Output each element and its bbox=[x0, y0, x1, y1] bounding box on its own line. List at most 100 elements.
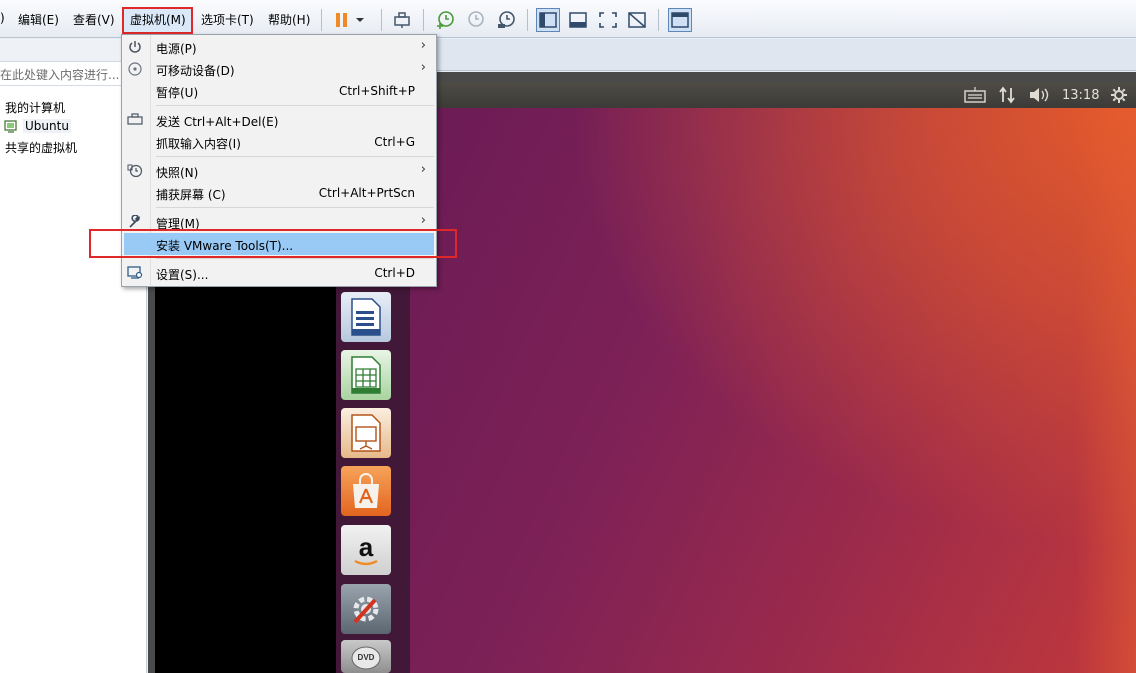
menu-vm[interactable]: 虚拟机(M) bbox=[130, 11, 186, 28]
menu-item-label: 发送 Ctrl+Alt+Del(E) bbox=[156, 115, 279, 129]
thumbnail-bar-icon bbox=[569, 12, 587, 28]
send-ctrl-alt-del-button[interactable] bbox=[390, 8, 414, 32]
power-icon bbox=[126, 39, 144, 55]
ubuntu-top-panel: 13:18 bbox=[336, 82, 1136, 108]
system-gear-icon[interactable] bbox=[1110, 86, 1128, 104]
submenu-arrow-icon: › bbox=[420, 162, 426, 177]
menu-item-shortcut: Ctrl+Shift+P bbox=[339, 84, 415, 98]
launcher-software-center[interactable] bbox=[341, 466, 391, 516]
tree-item-ubuntu-label: Ubuntu bbox=[23, 119, 71, 133]
launcher-impress[interactable] bbox=[341, 408, 391, 458]
svg-text:DVD: DVD bbox=[358, 653, 375, 662]
library-view-icon bbox=[539, 12, 557, 28]
pause-button[interactable] bbox=[330, 8, 354, 32]
menu-item-grab-input[interactable]: 抓取输入内容(I) Ctrl+G bbox=[122, 131, 436, 153]
wallpaper-glow bbox=[1076, 108, 1136, 673]
vm-dropdown-menu: 电源(P) › 可移动设备(D) › 暂停(U) Ctrl+Shift+P 发送… bbox=[121, 34, 437, 287]
take-snapshot-button[interactable] bbox=[433, 8, 457, 32]
send-keys-icon bbox=[394, 12, 410, 28]
snapshot-take-icon bbox=[437, 11, 454, 29]
menu-tabs[interactable]: 选项卡(T) bbox=[201, 11, 254, 28]
menu-item-label: 电源(P) bbox=[156, 42, 197, 56]
menu-item-label: 暂停(U) bbox=[156, 86, 199, 100]
disc-icon bbox=[126, 61, 144, 77]
menu-item-power[interactable]: 电源(P) › bbox=[122, 36, 436, 58]
libreoffice-writer-icon bbox=[351, 298, 381, 336]
menu-separator bbox=[156, 258, 434, 259]
revert-snapshot-button[interactable] bbox=[463, 8, 487, 32]
submenu-arrow-icon: › bbox=[420, 213, 426, 228]
unity-mode-button[interactable] bbox=[625, 8, 649, 32]
menu-item-label: 抓取输入内容(I) bbox=[156, 137, 241, 151]
pause-icon bbox=[336, 13, 347, 27]
show-thumbnail-bar-button[interactable] bbox=[566, 8, 590, 32]
menu-item-shortcut: Ctrl+D bbox=[374, 266, 415, 280]
svg-text:a: a bbox=[359, 532, 374, 562]
submenu-arrow-icon: › bbox=[420, 60, 426, 75]
snapshot-revert-icon bbox=[468, 11, 484, 27]
menu-item-send-ctrl-alt-del[interactable]: 发送 Ctrl+Alt+Del(E) bbox=[122, 109, 436, 131]
menu-item-label: 设置(S)... bbox=[156, 268, 209, 282]
fullscreen-icon bbox=[599, 12, 617, 28]
menu-separator bbox=[156, 207, 434, 208]
network-icon[interactable] bbox=[998, 86, 1016, 104]
toolbar-separator bbox=[423, 9, 424, 31]
volume-icon[interactable] bbox=[1028, 86, 1050, 104]
snapshot-icon bbox=[126, 163, 144, 179]
amazon-icon: a bbox=[354, 532, 378, 566]
tree-item-my-computer[interactable]: 我的计算机 bbox=[5, 99, 65, 116]
menu-item-install-vmware-tools[interactable]: 安装 VMware Tools(T)... bbox=[124, 233, 434, 255]
menu-separator bbox=[156, 105, 434, 106]
menu-separator bbox=[156, 156, 434, 157]
menu-item-label: 管理(M) bbox=[156, 217, 200, 231]
menu-item-capture-screen[interactable]: 捕获屏幕 (C) Ctrl+Alt+PrtScn bbox=[122, 182, 436, 204]
vm-icon bbox=[4, 120, 17, 133]
keyboard-icon[interactable] bbox=[964, 86, 986, 104]
toolbar-separator bbox=[321, 9, 322, 31]
submenu-arrow-icon: › bbox=[420, 38, 426, 53]
snapshot-manager-icon bbox=[498, 11, 515, 28]
menu-help[interactable]: 帮助(H) bbox=[268, 11, 310, 28]
menu-item-label: 安装 VMware Tools(T)... bbox=[156, 239, 294, 253]
menu-item-removable-devices[interactable]: 可移动设备(D) › bbox=[122, 58, 436, 80]
menu-item-settings[interactable]: 设置(S)... Ctrl+D bbox=[122, 262, 436, 284]
menu-item-snapshot[interactable]: 快照(N) › bbox=[122, 160, 436, 182]
chevron-down-icon bbox=[356, 18, 364, 22]
ubuntu-desktop[interactable] bbox=[410, 108, 1136, 673]
menubar: ) 编辑(E) 查看(V) 虚拟机(M) 选项卡(T) 帮助(H) bbox=[0, 0, 1136, 38]
menu-item-label: 可移动设备(D) bbox=[156, 64, 235, 78]
launcher-system-settings[interactable] bbox=[341, 584, 391, 634]
menu-item-label: 捕获屏幕 (C) bbox=[156, 188, 226, 202]
pause-dropdown-button[interactable] bbox=[352, 8, 368, 32]
console-view-button[interactable] bbox=[668, 8, 692, 32]
dvd-icon: DVD bbox=[351, 646, 381, 669]
no-scale-icon bbox=[628, 12, 646, 28]
menu-item-manage[interactable]: 管理(M) › bbox=[122, 211, 436, 233]
toolbar-separator bbox=[527, 9, 528, 31]
wrench-icon bbox=[126, 214, 144, 230]
toolbar-separator bbox=[381, 9, 382, 31]
library-search-placeholder: 在此处键入内容进行... bbox=[0, 68, 120, 82]
menu-edit[interactable]: 编辑(E) bbox=[18, 11, 59, 28]
libreoffice-impress-icon bbox=[351, 414, 381, 452]
menu-item-shortcut: Ctrl+Alt+PrtScn bbox=[318, 186, 415, 200]
menu-file-fragment[interactable]: ) bbox=[0, 11, 5, 25]
menu-view[interactable]: 查看(V) bbox=[73, 11, 115, 28]
clock[interactable]: 13:18 bbox=[1062, 88, 1099, 103]
toolbar-separator bbox=[658, 9, 659, 31]
launcher-writer[interactable] bbox=[341, 292, 391, 342]
launcher-calc[interactable] bbox=[341, 350, 391, 400]
launcher-amazon[interactable]: a bbox=[341, 525, 391, 575]
tree-item-ubuntu[interactable]: Ubuntu bbox=[3, 118, 71, 134]
settings-gear-wrench-icon bbox=[353, 596, 379, 624]
menu-item-label: 快照(N) bbox=[156, 166, 199, 180]
snapshot-manager-button[interactable] bbox=[494, 8, 518, 32]
launcher-dvd[interactable]: DVD bbox=[341, 640, 391, 673]
show-library-button[interactable] bbox=[536, 8, 560, 32]
menu-item-pause[interactable]: 暂停(U) Ctrl+Shift+P bbox=[122, 80, 436, 102]
console-view-icon bbox=[671, 12, 689, 28]
libreoffice-calc-icon bbox=[351, 356, 381, 394]
menu-item-shortcut: Ctrl+G bbox=[374, 135, 415, 149]
tree-item-shared-vms[interactable]: 共享的虚拟机 bbox=[5, 139, 77, 156]
full-screen-button[interactable] bbox=[596, 8, 620, 32]
